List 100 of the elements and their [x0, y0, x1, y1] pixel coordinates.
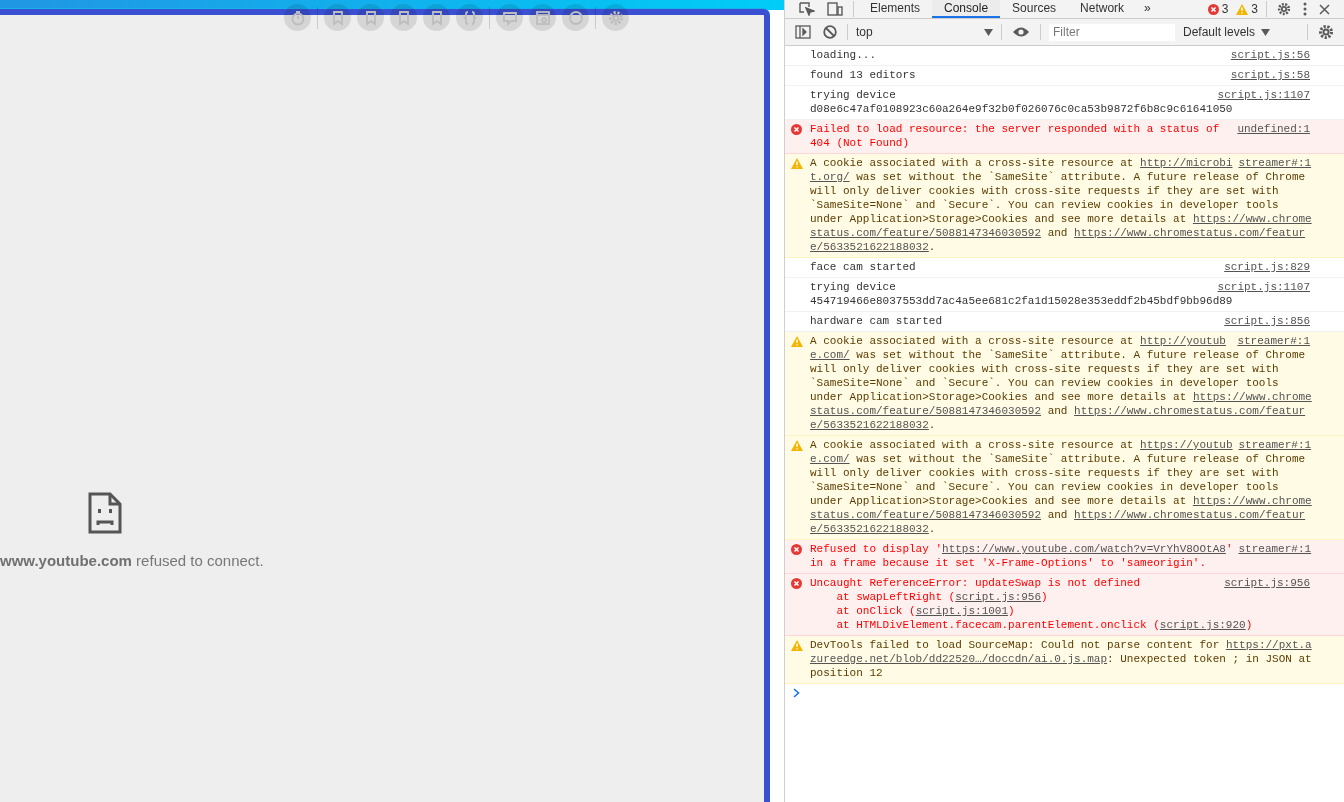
message-text: DevTools failed to load SourceMap: Could not parse content for https://pxt.a: [810, 638, 1312, 652]
error-message: www.youtube.com refused to connect.: [0, 552, 265, 569]
message-text: status.com/feature/5088147346030592 and https://www.chromestatus.com/featur: [810, 226, 1307, 240]
message-text: will only deliver cookies with cross-site requests if they are set with: [810, 184, 1280, 198]
error-count: 3: [1221, 2, 1229, 16]
source-link[interactable]: script.js:956: [1218, 576, 1310, 590]
warning-icon: [791, 440, 803, 451]
link[interactable]: e/5633521622188032: [810, 419, 929, 431]
toolbar-button[interactable]: [284, 4, 311, 31]
clear-console-icon[interactable]: [823, 25, 837, 39]
settings-icon[interactable]: [1318, 24, 1334, 40]
link[interactable]: script.js:1001: [915, 605, 1009, 617]
source-link[interactable]: streamer#:1: [1232, 542, 1312, 556]
toolbar-button[interactable]: [456, 4, 483, 31]
message-text: A cookie associated with a cross-site resource at http://microbi: [810, 156, 1233, 170]
source-link[interactable]: script.js:1107: [1211, 88, 1310, 102]
more-tabs-button[interactable]: »: [1136, 0, 1159, 18]
link[interactable]: https://www.youtube.com/watch?v=VrYhV8OOtA8: [942, 543, 1226, 555]
eye-icon[interactable]: [1012, 26, 1030, 38]
link[interactable]: status.com/feature/5088147346030592: [810, 227, 1042, 239]
braces-icon: [461, 9, 478, 26]
context-select[interactable]: top: [852, 25, 997, 39]
message-text: d08e6c47af0108923c60a264e9f32b0f026076c0ca53b9872f6b8c9c61641050: [810, 102, 1234, 116]
close-icon[interactable]: [1319, 3, 1330, 15]
message-text: in a frame because it set 'X-Frame-Options' to 'sameorigin'.: [810, 556, 1208, 570]
message-text: Refused to display 'https://www.youtube.com/watch?v=VrYhV8OOtA8': [810, 542, 1233, 556]
source-link[interactable]: script.js:1107: [1211, 280, 1310, 294]
warning-icon: [1236, 3, 1249, 15]
message-text: `SameSite=None` and `Secure`. You can review cookies in developer tools: [810, 376, 1280, 390]
link[interactable]: https://youtub: [1140, 439, 1233, 451]
link[interactable]: zureedge.net/blob/dd22520…/doccdn/ai.0.js.map: [810, 653, 1108, 665]
stopwatch-icon: [289, 9, 306, 26]
source-link[interactable]: script.js:56: [1224, 48, 1310, 62]
link[interactable]: script.js:956: [955, 591, 1042, 603]
link[interactable]: e.com/: [810, 349, 850, 361]
warning-icon: [791, 640, 803, 651]
toolbar-button[interactable]: [562, 4, 589, 31]
error-icon: [791, 544, 802, 555]
warning-count: 3: [1251, 2, 1258, 16]
message-text: Uncaught ReferenceError: updateSwap is not defined: [810, 576, 1142, 590]
message-text: zureedge.net/blob/dd22520…/doccdn/ai.0.js.map: Unexpected token ; in JSON at: [810, 652, 1312, 666]
link[interactable]: script.js:920: [1159, 619, 1246, 631]
message-text: A cookie associated with a cross-site resource at https://youtub: [810, 438, 1233, 452]
error-icon: [1207, 3, 1219, 15]
link[interactable]: https://www.chromestatus.com/featur: [1074, 509, 1306, 521]
message-text: under Application>Storage>Cookies and see more details at https://www.chrome: [810, 390, 1310, 404]
message-text: 454719466e8037553dd7ac4a5ee681c2fa1d15028e353eddf2b45bdf9bb96d89: [810, 294, 1234, 308]
link[interactable]: https://www.chrome: [1192, 213, 1312, 225]
link[interactable]: status.com/feature/5088147346030592: [810, 509, 1042, 521]
source-link[interactable]: script.js:58: [1224, 68, 1310, 82]
toolbar-button[interactable]: [496, 4, 523, 31]
devtools-tab[interactable]: Elements: [858, 0, 933, 18]
filter-field[interactable]: Filter: [1049, 23, 1175, 41]
message-text: under Application>Storage>Cookies and see more details at https://www.chrome: [810, 212, 1312, 226]
settings-icon[interactable]: [1277, 2, 1291, 16]
link[interactable]: status.com/feature/5088147346030592: [810, 405, 1042, 417]
link[interactable]: e/5633521622188032: [810, 523, 929, 535]
source-link[interactable]: streamer#:1: [1231, 334, 1310, 348]
message-text: `SameSite=None` and `Secure`. You can review cookies in developer tools: [810, 480, 1280, 494]
source-link[interactable]: undefined:1: [1231, 122, 1310, 136]
settings-icon: [607, 9, 624, 26]
toolbar-button[interactable]: [390, 4, 417, 31]
message-text: status.com/feature/5088147346030592 and https://www.chromestatus.com/featur: [810, 404, 1307, 418]
inspect-icon[interactable]: [799, 2, 815, 16]
devtools-tab[interactable]: Sources: [1000, 0, 1069, 18]
link[interactable]: http://youtub: [1140, 335, 1226, 347]
message-text: at swapLeftRight (script.js:956): [835, 590, 1049, 604]
link[interactable]: https://www.chromestatus.com/featur: [1074, 227, 1306, 239]
message-text: e.com/ was set without the `SameSite` attribute. A future release of Chrome: [810, 452, 1307, 466]
log-levels-dropdown[interactable]: Default levels: [1179, 25, 1275, 39]
source-link[interactable]: streamer#:1: [1232, 438, 1312, 452]
toolbar-button[interactable]: [529, 4, 556, 31]
devtools-tab[interactable]: Network: [1068, 0, 1137, 18]
device-toolbar-icon[interactable]: [827, 2, 843, 16]
source-link[interactable]: script.js:829: [1218, 260, 1310, 274]
error-icon: [791, 578, 802, 589]
link[interactable]: https://www.chrome: [1192, 495, 1312, 507]
toolbar-button[interactable]: [357, 4, 384, 31]
message-text: position 12: [810, 666, 884, 680]
link[interactable]: e/5633521622188032: [810, 241, 929, 253]
message-text: at HTMLDivElement.facecam.parentElement.onclick (script.js:920): [835, 618, 1254, 632]
source-link[interactable]: script.js:856: [1218, 314, 1310, 328]
link[interactable]: https://www.chrome: [1192, 391, 1312, 403]
settings-button[interactable]: [602, 4, 629, 31]
window-icon: [534, 9, 551, 26]
message-text: hardware cam started: [810, 314, 944, 328]
sad-page-icon: [88, 492, 122, 534]
link[interactable]: https://www.chromestatus.com/featur: [1074, 405, 1306, 417]
link[interactable]: http://microbi: [1140, 157, 1233, 169]
toolbar-button[interactable]: [324, 4, 351, 31]
toolbar-button[interactable]: [423, 4, 450, 31]
message-text: trying device: [810, 88, 897, 102]
link[interactable]: t.org/: [810, 171, 850, 183]
link[interactable]: e.com/: [810, 453, 850, 465]
more-options-icon[interactable]: [1303, 2, 1307, 16]
sidebar-toggle-icon[interactable]: [795, 25, 811, 39]
devtools-tab[interactable]: Console: [932, 0, 1001, 18]
link[interactable]: https://pxt.a: [1225, 639, 1312, 651]
source-link[interactable]: streamer#:1: [1232, 156, 1312, 170]
message-text: e/5633521622188032.: [810, 522, 937, 536]
